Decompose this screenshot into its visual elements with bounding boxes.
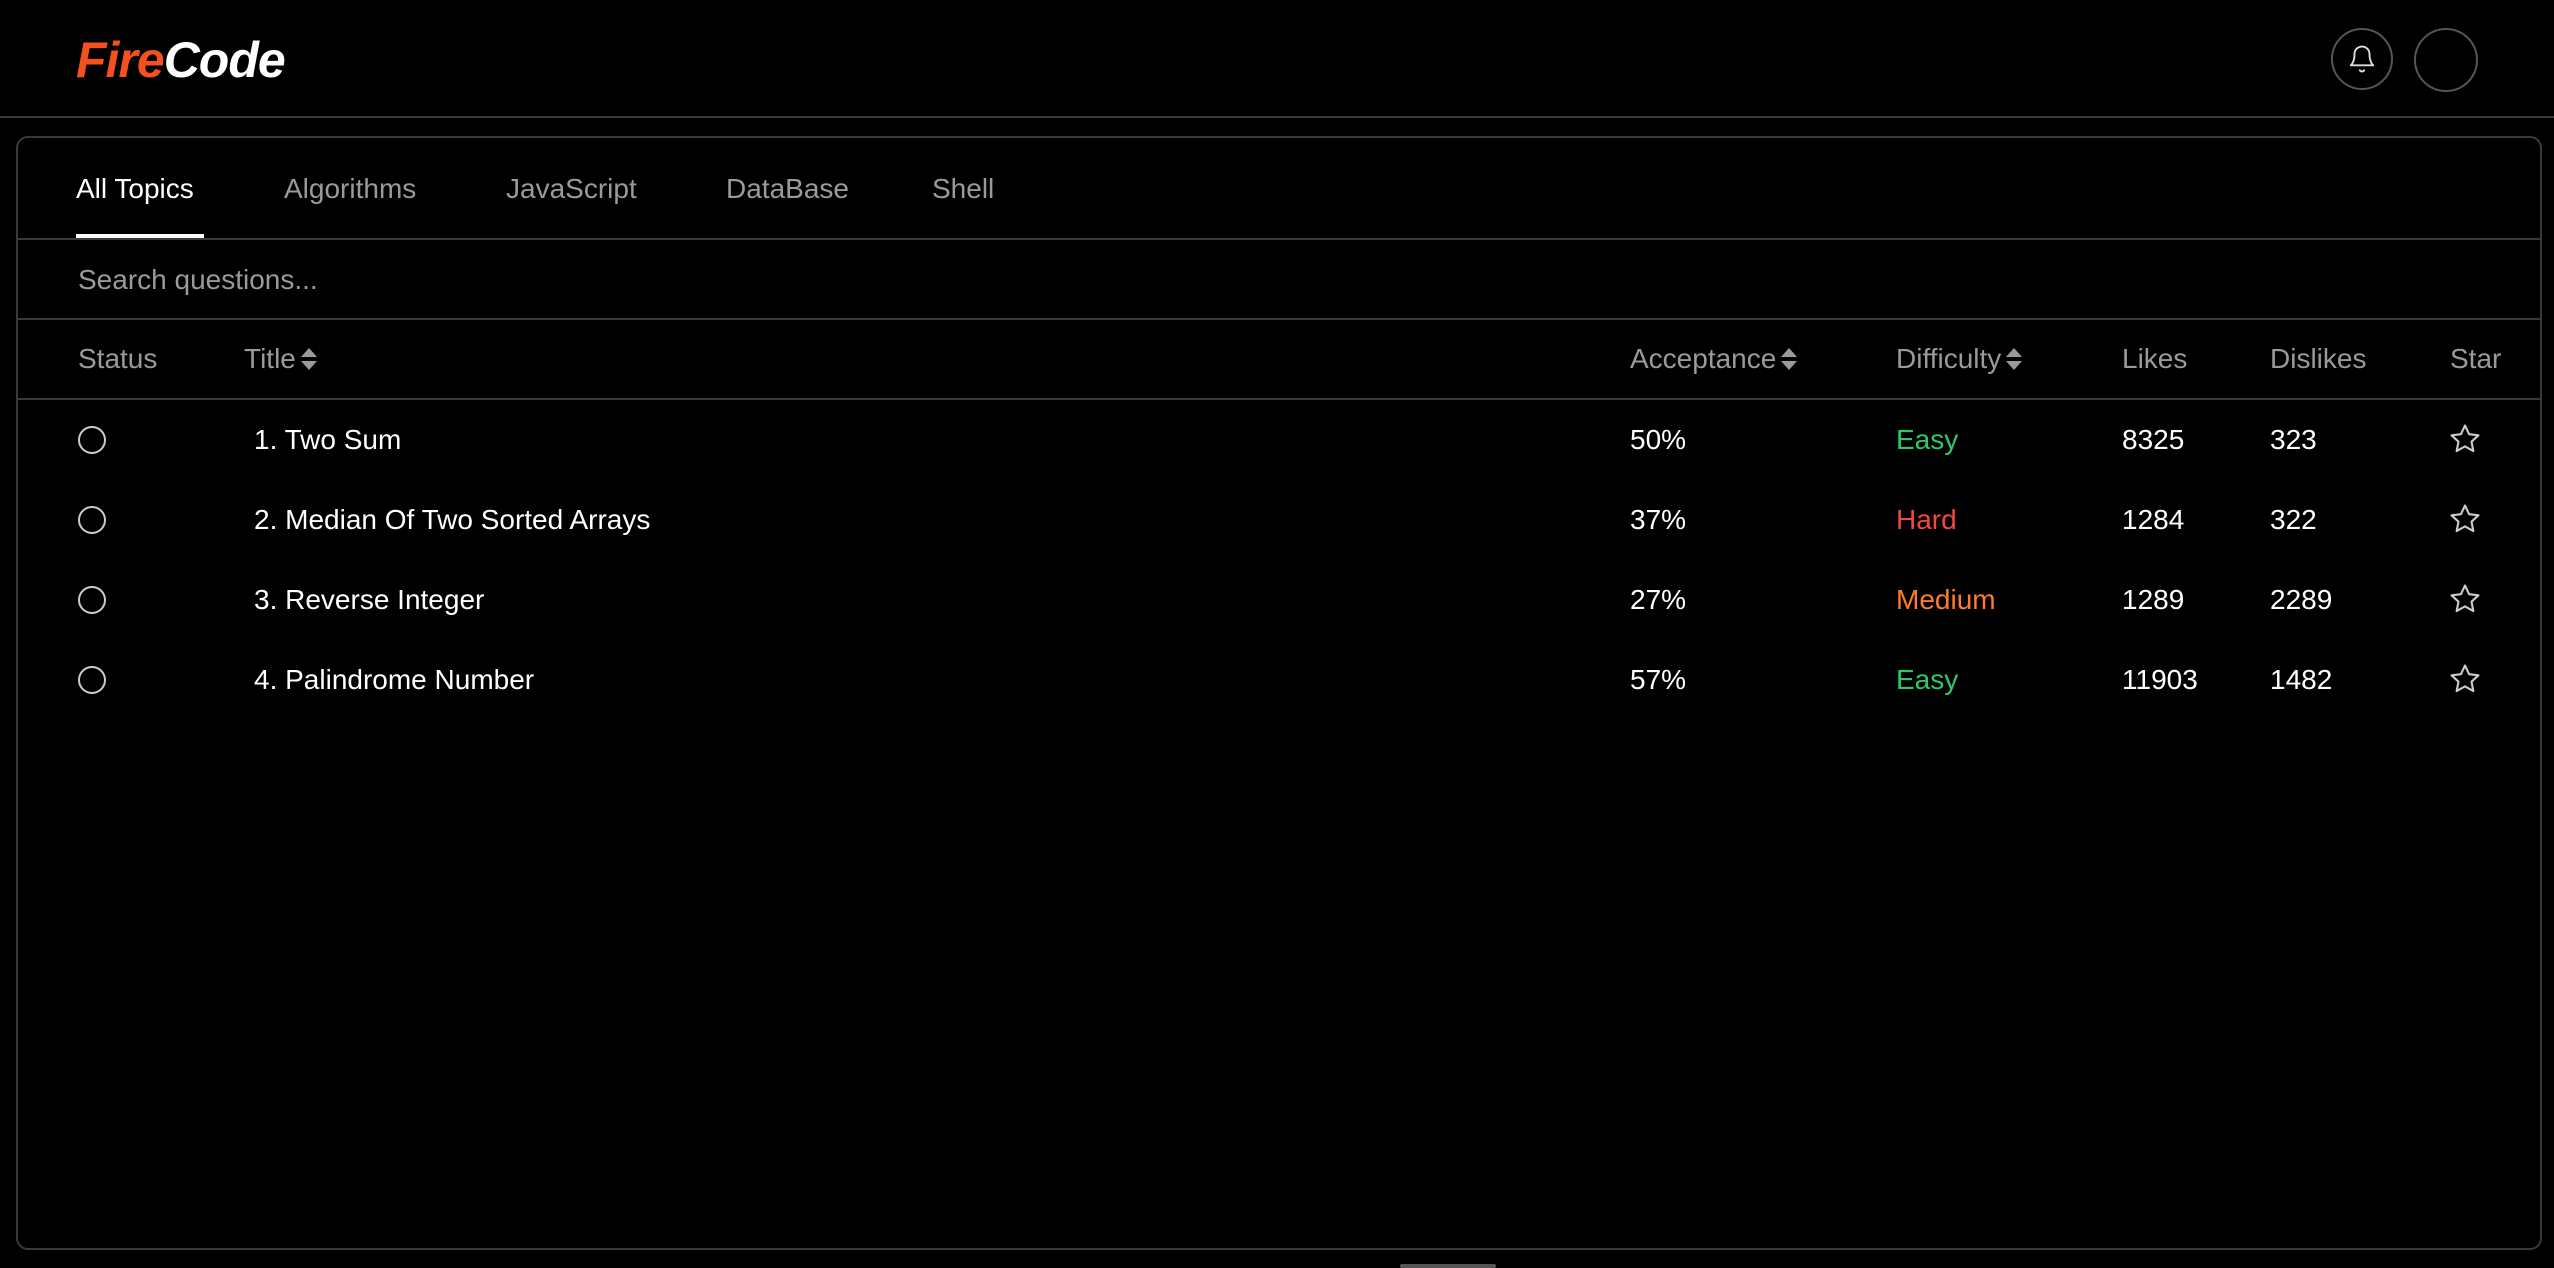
logo-code-text: Code: [163, 32, 286, 88]
sort-icon[interactable]: [2003, 344, 2025, 374]
sort-icon[interactable]: [1778, 344, 1800, 374]
acceptance-value: 50%: [1630, 424, 1687, 455]
star-icon[interactable]: [2448, 582, 2482, 616]
topic-tabs: All Topics Algorithms JavaScript DataBas…: [18, 138, 2540, 240]
star-icon[interactable]: [2448, 662, 2482, 696]
likes-value: 8325: [2122, 424, 2185, 455]
status-header-label: Status: [78, 343, 158, 374]
firecode-logo[interactable]: FireCode: [76, 30, 286, 90]
column-header-likes: Likes: [2122, 342, 2187, 376]
dislikes-value: 323: [2270, 424, 2317, 455]
difficulty-badge: Easy: [1896, 424, 1959, 455]
difficulty-header-label: Difficulty: [1896, 343, 2002, 374]
star-header-label: Star: [2450, 343, 2502, 374]
tab-database[interactable]: DataBase: [726, 172, 849, 206]
tab-all-topics[interactable]: All Topics: [76, 172, 194, 206]
search-bar: [18, 240, 2540, 320]
tab-shell[interactable]: Shell: [932, 172, 994, 206]
status-circle-icon: [78, 666, 106, 694]
status-circle-icon: [78, 426, 106, 454]
dislikes-value: 322: [2270, 504, 2317, 535]
title-header-label: Title: [244, 343, 296, 374]
column-header-dislikes: Dislikes: [2270, 342, 2366, 376]
active-tab-indicator: [76, 234, 204, 238]
dislikes-header-label: Dislikes: [2270, 343, 2367, 374]
problem-title-link[interactable]: 3. Reverse Integer: [254, 582, 484, 618]
difficulty-badge: Hard: [1896, 504, 1957, 535]
problem-title-link[interactable]: 2. Median Of Two Sorted Arrays: [254, 502, 650, 538]
column-header-title[interactable]: Title: [244, 342, 320, 376]
sort-icon[interactable]: [298, 344, 320, 374]
acceptance-header-label: Acceptance: [1630, 343, 1777, 374]
dislikes-value: 1482: [2270, 664, 2333, 695]
column-header-star: Star: [2450, 342, 2501, 376]
acceptance-value: 27%: [1630, 584, 1687, 615]
acceptance-value: 57%: [1630, 664, 1687, 695]
notifications-button[interactable]: [2331, 28, 2393, 90]
status-circle-icon: [78, 506, 106, 534]
table-row[interactable]: 4. Palindrome Number 57% Easy 11903 1482: [18, 640, 2540, 720]
star-icon[interactable]: [2448, 422, 2482, 456]
column-header-acceptance[interactable]: Acceptance: [1630, 342, 1800, 376]
tab-javascript[interactable]: JavaScript: [506, 172, 637, 206]
problem-title-link[interactable]: 4. Palindrome Number: [254, 662, 534, 698]
likes-value: 11903: [2122, 664, 2198, 695]
problems-panel: All Topics Algorithms JavaScript DataBas…: [16, 136, 2542, 1250]
search-input[interactable]: [76, 258, 2476, 302]
top-navbar: FireCode: [0, 0, 2554, 118]
acceptance-value: 37%: [1630, 504, 1687, 535]
resize-handle[interactable]: [1400, 1264, 1496, 1268]
tab-algorithms[interactable]: Algorithms: [284, 172, 416, 206]
dislikes-value: 2289: [2270, 584, 2333, 615]
bell-icon: [2349, 45, 2375, 73]
problem-title-link[interactable]: 1. Two Sum: [254, 422, 401, 458]
table-header: Status Title Acceptance Difficulty Likes…: [18, 320, 2540, 400]
column-header-difficulty[interactable]: Difficulty: [1896, 342, 2025, 376]
difficulty-badge: Easy: [1896, 664, 1959, 695]
difficulty-badge: Medium: [1896, 584, 1996, 615]
table-row[interactable]: 2. Median Of Two Sorted Arrays 37% Hard …: [18, 480, 2540, 560]
likes-value: 1289: [2122, 584, 2185, 615]
likes-value: 1284: [2122, 504, 2185, 535]
likes-header-label: Likes: [2122, 343, 2188, 374]
table-row[interactable]: 3. Reverse Integer 27% Medium 1289 2289: [18, 560, 2540, 640]
column-header-status: Status: [78, 342, 157, 376]
user-avatar-button[interactable]: [2414, 28, 2478, 92]
star-icon[interactable]: [2448, 502, 2482, 536]
status-circle-icon: [78, 586, 106, 614]
table-row[interactable]: 1. Two Sum 50% Easy 8325 323: [18, 400, 2540, 480]
logo-fire-text: Fire: [76, 32, 165, 88]
